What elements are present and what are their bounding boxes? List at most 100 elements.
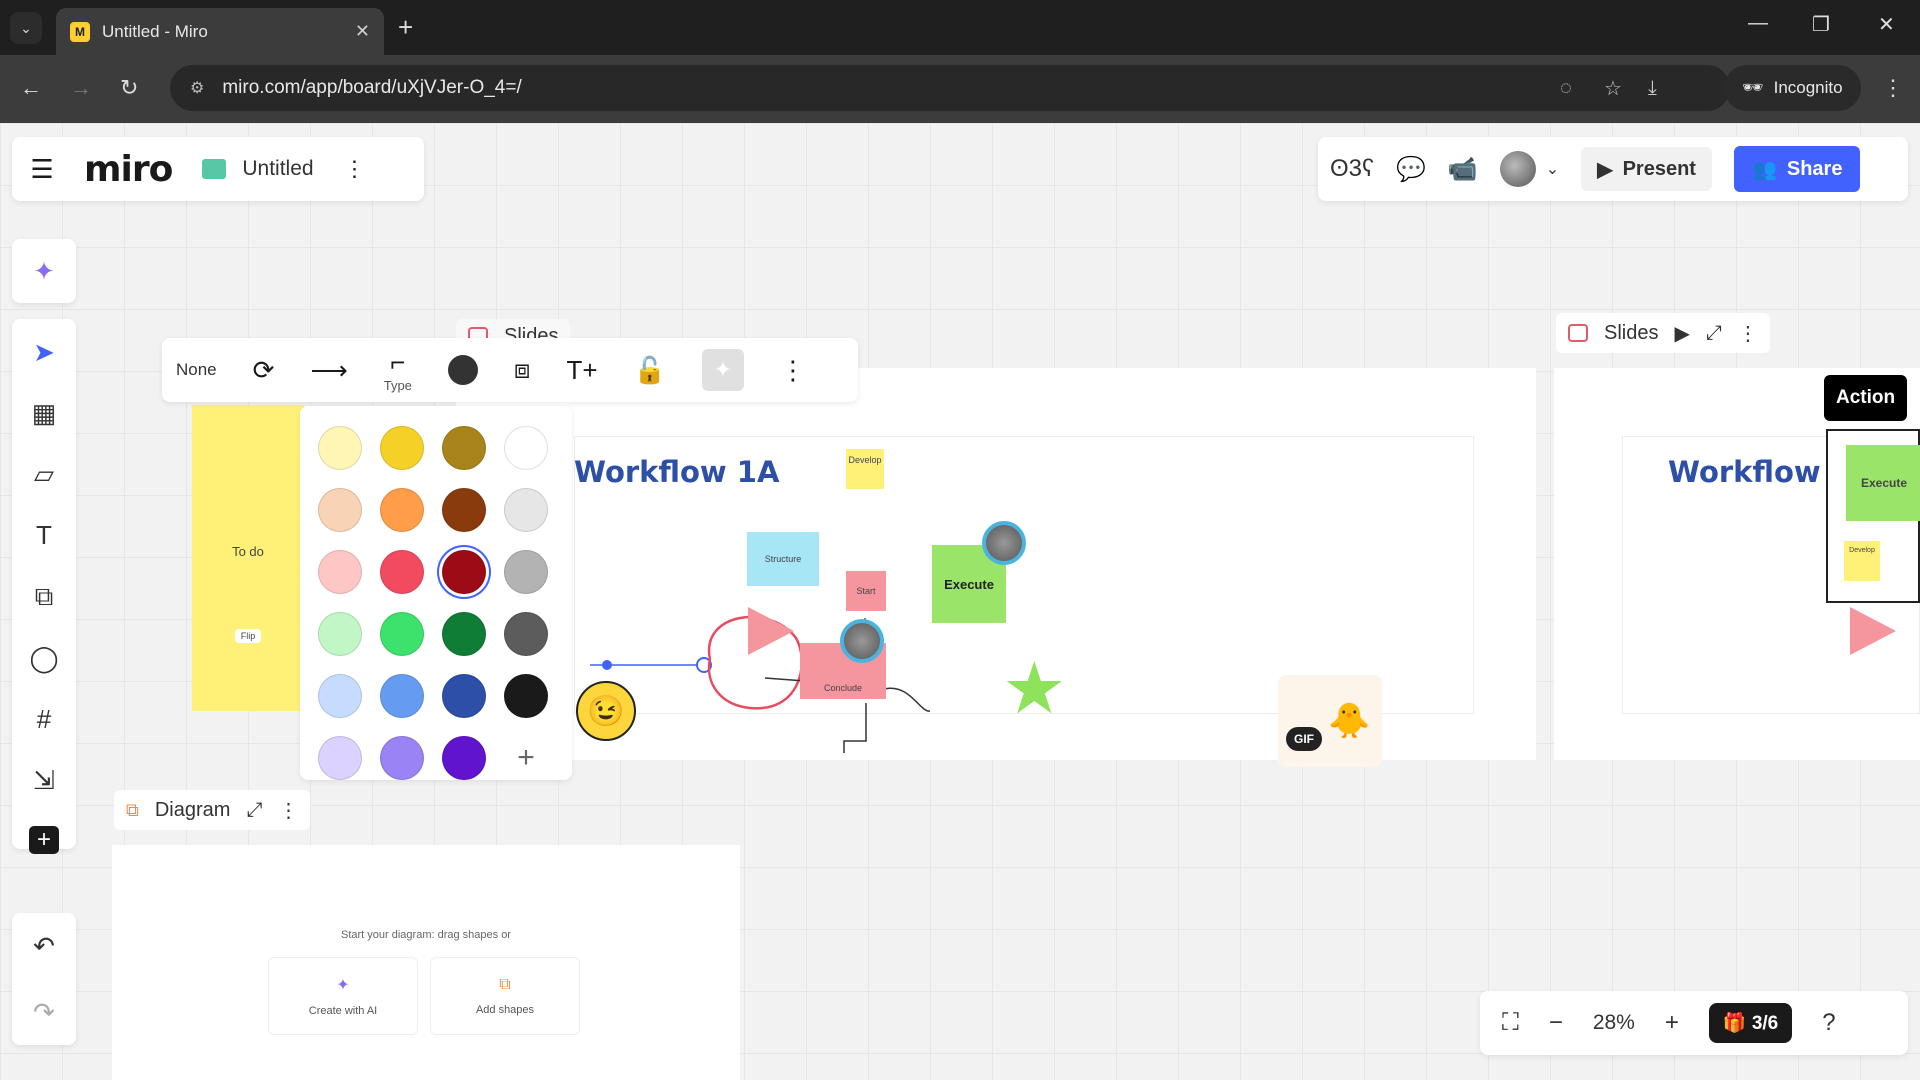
browser-menu-icon[interactable]: ⋮: [1882, 75, 1904, 101]
color-swatch[interactable]: [504, 488, 548, 532]
diagram-frame[interactable]: Start your diagram: drag shapes or ✦ Cre…: [112, 845, 740, 1080]
upload-icon[interactable]: ⇲: [26, 765, 62, 796]
swap-direction-icon[interactable]: ⟳: [253, 355, 275, 386]
flip-button[interactable]: Flip: [234, 628, 262, 643]
eye-off-icon[interactable]: ◌: [1560, 65, 1572, 111]
miro-logo[interactable]: miro: [84, 149, 173, 190]
color-swatch[interactable]: [504, 550, 548, 594]
gif-sticker[interactable]: GIF 🐥: [1278, 675, 1382, 767]
color-swatch[interactable]: [504, 612, 548, 656]
start-node[interactable]: Start: [846, 571, 886, 611]
tab-search-button[interactable]: ⌄: [10, 12, 42, 44]
fit-to-screen-icon[interactable]: ⛶: [1502, 1009, 1519, 1037]
incognito-badge[interactable]: 🕶 Incognito: [1724, 65, 1861, 111]
reload-icon[interactable]: ↻: [120, 75, 138, 101]
color-swatch[interactable]: [380, 426, 424, 470]
structure-node[interactable]: Structure: [747, 532, 819, 586]
color-swatch[interactable]: [380, 674, 424, 718]
comments-icon[interactable]: 💬: [1396, 155, 1426, 184]
expand-icon[interactable]: ⤢: [1706, 322, 1722, 345]
ai-sparkle-icon[interactable]: ✦: [701, 349, 744, 391]
color-swatch[interactable]: [442, 736, 486, 780]
star-icon[interactable]: ☆: [1604, 65, 1622, 111]
reactions-icon[interactable]: ʘ3ʕ: [1330, 155, 1374, 183]
main-menu-icon[interactable]: ☰: [28, 154, 56, 185]
redo-icon[interactable]: ↷: [26, 996, 62, 1028]
more-tools-icon[interactable]: +: [29, 826, 59, 854]
select-tool-icon[interactable]: ➤: [26, 337, 62, 368]
site-info-icon[interactable]: ⚙: [190, 78, 204, 98]
color-swatch[interactable]: [318, 736, 362, 780]
add-shapes-button[interactable]: ⧉ Add shapes: [430, 957, 580, 1035]
color-swatch[interactable]: [442, 612, 486, 656]
present-button[interactable]: ▶ Present: [1581, 147, 1712, 191]
star-shape[interactable]: ★: [1002, 653, 1067, 725]
diagram-frame-label[interactable]: ⧉ Diagram ⤢ ⋮: [114, 790, 311, 830]
close-tab-icon[interactable]: ✕: [355, 21, 370, 42]
diagram-expand-icon[interactable]: ⤢: [246, 799, 262, 822]
color-swatch[interactable]: [504, 426, 548, 470]
ai-sparkle-tool-icon[interactable]: ✦: [26, 255, 62, 287]
pages-button[interactable]: 🎁 3/6: [1708, 1003, 1793, 1043]
minimize-icon[interactable]: —: [1748, 12, 1768, 35]
frame-tool-icon[interactable]: #: [26, 704, 62, 735]
color-swatch[interactable]: [442, 674, 486, 718]
color-swatch[interactable]: [318, 488, 362, 532]
color-swatch[interactable]: [380, 550, 424, 594]
action-label[interactable]: Action: [1824, 375, 1908, 421]
frame-more-icon[interactable]: ⋮: [1738, 321, 1758, 346]
arrow-shape-right[interactable]: [1850, 607, 1896, 655]
avatar[interactable]: [1499, 151, 1536, 187]
undo-icon[interactable]: ↶: [26, 930, 62, 962]
lock-icon[interactable]: 🔓: [634, 355, 666, 386]
color-swatch[interactable]: [442, 550, 486, 594]
board-more-icon[interactable]: ⋮: [344, 156, 366, 182]
connector-style-icon[interactable]: ⧈: [514, 354, 531, 386]
line-color-button[interactable]: [447, 355, 478, 385]
user-avatar-1[interactable]: [982, 521, 1026, 565]
develop-sticky[interactable]: Develop: [846, 449, 884, 489]
zoom-level[interactable]: 28%: [1593, 1011, 1635, 1035]
board-canvas[interactable]: Slides Slides ▶ ⤢ ⋮ Start your diagram: …: [0, 123, 1920, 1080]
create-with-ai-button[interactable]: ✦ Create with AI: [268, 957, 418, 1035]
board-title[interactable]: Untitled: [242, 157, 313, 181]
action-preview[interactable]: Execute Develop: [1826, 429, 1920, 603]
color-swatch[interactable]: [442, 426, 486, 470]
shapes-tool-icon[interactable]: ⧉: [26, 581, 62, 613]
play-icon[interactable]: ▶: [1674, 321, 1689, 346]
todo-sticky-note[interactable]: To do Flip: [192, 405, 304, 711]
add-custom-color-button[interactable]: +: [504, 736, 548, 780]
text-tool-icon[interactable]: T: [26, 520, 62, 551]
color-swatch[interactable]: [504, 674, 548, 718]
zoom-out-icon[interactable]: −: [1549, 1009, 1563, 1037]
color-swatch[interactable]: [318, 674, 362, 718]
arrow-end-icon[interactable]: ⟶: [310, 355, 347, 386]
chevron-down-icon[interactable]: ⌄: [1546, 159, 1559, 179]
forward-icon[interactable]: →: [70, 75, 92, 101]
download-icon[interactable]: ⤓: [1648, 65, 1657, 111]
slides-frame-right-label[interactable]: Slides ▶ ⤢ ⋮: [1556, 313, 1770, 353]
arrow-shape[interactable]: [748, 607, 794, 655]
color-swatch[interactable]: [380, 736, 424, 780]
color-swatch[interactable]: [318, 550, 362, 594]
zoom-in-icon[interactable]: +: [1665, 1009, 1679, 1037]
user-avatar-2[interactable]: [840, 619, 884, 663]
more-options-icon[interactable]: ⋮: [780, 355, 806, 386]
share-button[interactable]: 👥 Share: [1733, 146, 1861, 192]
line-type-button[interactable]: ⌐ Type: [384, 347, 412, 393]
restore-icon[interactable]: ❐: [1812, 12, 1830, 37]
new-tab-button[interactable]: +: [398, 12, 413, 42]
lasso-icon[interactable]: ◯: [26, 643, 62, 674]
color-swatch[interactable]: [318, 426, 362, 470]
diagram-more-icon[interactable]: ⋮: [278, 798, 298, 823]
color-swatch[interactable]: [318, 612, 362, 656]
color-swatch[interactable]: [380, 488, 424, 532]
templates-icon[interactable]: ▦: [26, 398, 62, 429]
sticky-note-icon[interactable]: ▱: [26, 459, 62, 490]
start-cap-none[interactable]: None: [176, 360, 217, 380]
url-field[interactable]: ⚙ miro.com/app/board/uXjVJer-O_4=/ ◌ ☆ ⤓: [170, 65, 1730, 111]
add-text-icon[interactable]: T+: [566, 355, 597, 386]
color-swatch[interactable]: [380, 612, 424, 656]
help-icon[interactable]: ?: [1822, 1009, 1835, 1037]
wink-emoji-icon[interactable]: 😉: [576, 681, 636, 741]
